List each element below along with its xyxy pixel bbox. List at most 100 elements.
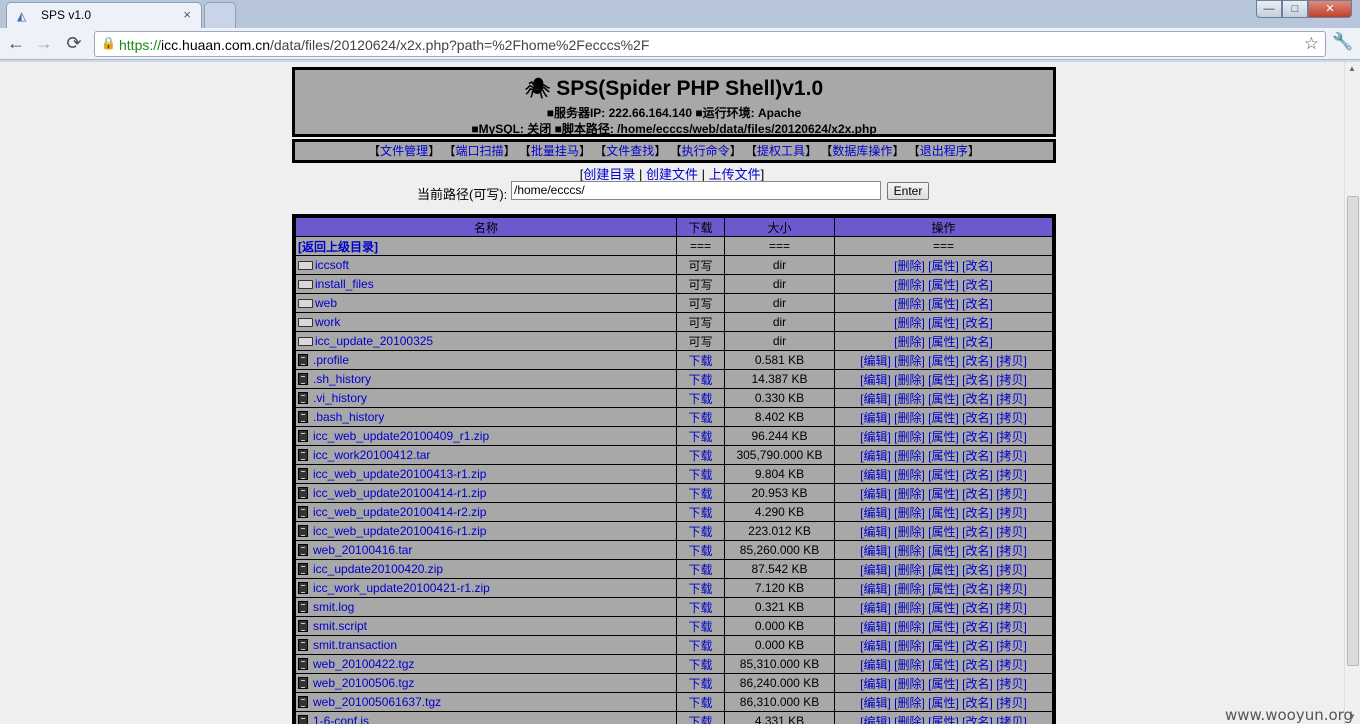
op-link[interactable]: [属性]: [928, 430, 959, 444]
op-link[interactable]: [删除]: [894, 373, 925, 387]
op-link[interactable]: [属性]: [928, 316, 959, 330]
op-link[interactable]: [改名]: [962, 278, 993, 292]
op-link[interactable]: [编辑]: [860, 601, 891, 615]
file-link[interactable]: 1-6-conf.js: [313, 714, 369, 724]
op-link[interactable]: [改名]: [962, 601, 993, 615]
op-link[interactable]: [属性]: [928, 449, 959, 463]
download-link[interactable]: 下载: [688, 639, 712, 653]
op-link[interactable]: [编辑]: [860, 354, 891, 368]
op-link[interactable]: [删除]: [894, 563, 925, 577]
url-text[interactable]: https://icc.huaan.com.cn/data/files/2012…: [119, 37, 649, 53]
op-link[interactable]: [编辑]: [860, 506, 891, 520]
op-link[interactable]: [改名]: [962, 582, 993, 596]
op-link[interactable]: [拷贝]: [996, 525, 1027, 539]
op-link[interactable]: [拷贝]: [996, 639, 1027, 653]
op-link[interactable]: [删除]: [894, 316, 925, 330]
file-link[interactable]: icc_work20100412.tar: [313, 448, 430, 462]
file-link[interactable]: icc_web_update20100413-r1.zip: [313, 467, 486, 481]
download-link[interactable]: 下载: [688, 468, 712, 482]
op-link[interactable]: [拷贝]: [996, 601, 1027, 615]
op-link[interactable]: [删除]: [894, 335, 925, 349]
op-link[interactable]: [改名]: [962, 525, 993, 539]
download-link[interactable]: 下载: [688, 487, 712, 501]
download-link[interactable]: 下载: [688, 373, 712, 387]
parent-dir-link[interactable]: [返回上级目录]: [298, 240, 378, 254]
forward-icon[interactable]: →: [32, 32, 56, 56]
op-link[interactable]: [属性]: [928, 354, 959, 368]
new-tab-button[interactable]: [204, 2, 236, 28]
op-link[interactable]: [拷贝]: [996, 658, 1027, 672]
op-link[interactable]: [删除]: [894, 278, 925, 292]
file-link[interactable]: icc_web_update20100409_r1.zip: [313, 429, 489, 443]
op-link[interactable]: [改名]: [962, 715, 993, 724]
file-link[interactable]: smit.log: [313, 600, 354, 614]
path-input[interactable]: /home/ecccs/: [511, 181, 881, 200]
op-link[interactable]: [改名]: [962, 449, 993, 463]
op-link[interactable]: [删除]: [894, 392, 925, 406]
op-link[interactable]: [删除]: [894, 601, 925, 615]
dir-link[interactable]: work: [315, 315, 340, 329]
op-link[interactable]: [拷贝]: [996, 468, 1027, 482]
download-link[interactable]: 下载: [688, 715, 712, 724]
op-link[interactable]: [编辑]: [860, 468, 891, 482]
op-link[interactable]: [编辑]: [860, 677, 891, 691]
op-link[interactable]: [属性]: [928, 297, 959, 311]
op-link[interactable]: [属性]: [928, 620, 959, 634]
address-bar[interactable]: 🔒 https://icc.huaan.com.cn/data/files/20…: [94, 31, 1326, 57]
menu-item[interactable]: 数据库操作: [832, 144, 892, 158]
op-link[interactable]: [编辑]: [860, 411, 891, 425]
op-link[interactable]: [改名]: [962, 639, 993, 653]
download-link[interactable]: 下载: [688, 696, 712, 710]
menu-item[interactable]: 文件查找: [606, 144, 654, 158]
download-link[interactable]: 下载: [688, 506, 712, 520]
op-link[interactable]: [删除]: [894, 658, 925, 672]
download-link[interactable]: 下载: [688, 354, 712, 368]
vertical-scrollbar[interactable]: ▲ ▼: [1344, 62, 1360, 724]
dir-link[interactable]: web: [315, 296, 337, 310]
op-link[interactable]: [改名]: [962, 335, 993, 349]
op-link[interactable]: [编辑]: [860, 696, 891, 710]
op-link[interactable]: [编辑]: [860, 430, 891, 444]
op-link[interactable]: [拷贝]: [996, 373, 1027, 387]
op-link[interactable]: [拷贝]: [996, 544, 1027, 558]
file-link[interactable]: .profile: [313, 353, 349, 367]
file-link[interactable]: web_201005061637.tgz: [313, 695, 441, 709]
menu-item[interactable]: 批量挂马: [531, 144, 579, 158]
op-link[interactable]: [改名]: [962, 677, 993, 691]
op-link[interactable]: [属性]: [928, 373, 959, 387]
reload-icon[interactable]: ⟳: [62, 32, 86, 56]
bookmark-star-icon[interactable]: ☆: [1304, 34, 1319, 54]
op-link[interactable]: [属性]: [928, 696, 959, 710]
op-link[interactable]: [属性]: [928, 335, 959, 349]
op-link[interactable]: [删除]: [894, 430, 925, 444]
scroll-thumb[interactable]: [1347, 196, 1359, 666]
op-link[interactable]: [拷贝]: [996, 696, 1027, 710]
menu-item[interactable]: 文件管理: [380, 144, 428, 158]
close-window-button[interactable]: ✕: [1308, 0, 1352, 18]
op-link[interactable]: [编辑]: [860, 544, 891, 558]
op-link[interactable]: [属性]: [928, 639, 959, 653]
download-link[interactable]: 下载: [688, 677, 712, 691]
op-link[interactable]: [编辑]: [860, 715, 891, 724]
file-link[interactable]: icc_web_update20100414-r1.zip: [313, 486, 486, 500]
op-link[interactable]: [改名]: [962, 411, 993, 425]
op-link[interactable]: [改名]: [962, 430, 993, 444]
op-link[interactable]: [改名]: [962, 506, 993, 520]
op-link[interactable]: [删除]: [894, 468, 925, 482]
op-link[interactable]: [删除]: [894, 525, 925, 539]
download-link[interactable]: 下载: [688, 601, 712, 615]
dir-link[interactable]: install_files: [315, 277, 374, 291]
download-link[interactable]: 下载: [688, 563, 712, 577]
op-link[interactable]: [改名]: [962, 354, 993, 368]
op-link[interactable]: [属性]: [928, 278, 959, 292]
op-link[interactable]: [删除]: [894, 696, 925, 710]
download-link[interactable]: 下载: [688, 582, 712, 596]
op-link[interactable]: [改名]: [962, 316, 993, 330]
op-link[interactable]: [编辑]: [860, 620, 891, 634]
op-link[interactable]: [属性]: [928, 487, 959, 501]
op-link[interactable]: [改名]: [962, 297, 993, 311]
file-link[interactable]: icc_web_update20100414-r2.zip: [313, 505, 486, 519]
op-link[interactable]: [属性]: [928, 259, 959, 273]
op-link[interactable]: [拷贝]: [996, 392, 1027, 406]
maximize-button[interactable]: □: [1282, 0, 1308, 18]
